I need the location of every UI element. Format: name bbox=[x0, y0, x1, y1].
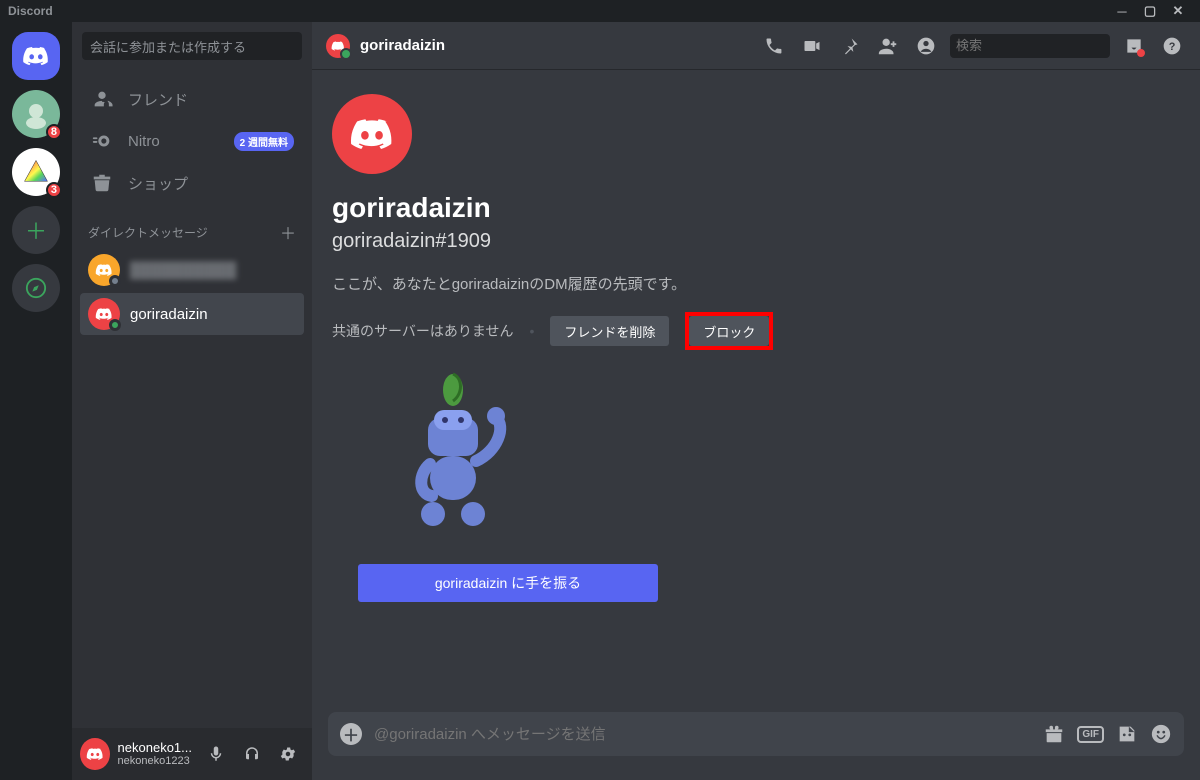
sidebar: 会話に参加または作成する フレンド Nitro 2 週間無料 ショップ ダイレク… bbox=[72, 22, 312, 780]
main-area: goriradaizin ? goriradaizin goriradaizin… bbox=[312, 22, 1200, 780]
nav-friends[interactable]: フレンド bbox=[80, 78, 304, 120]
guilds-column: 8 3 ＋ bbox=[0, 22, 72, 780]
dm-name-1: goriradaizin bbox=[130, 306, 208, 323]
nav-shop[interactable]: ショップ bbox=[80, 162, 304, 204]
svg-text:?: ? bbox=[1169, 41, 1176, 53]
window-minimize-button[interactable]: ─ bbox=[1108, 4, 1136, 19]
explore-servers-button[interactable] bbox=[12, 264, 60, 312]
composer: ＋ GIF bbox=[312, 712, 1200, 780]
pinned-button[interactable] bbox=[836, 32, 864, 60]
nitro-promo-badge: 2 週間無料 bbox=[234, 132, 294, 151]
header-title: goriradaizin bbox=[360, 37, 445, 54]
welcome-text: ここが、あなたとgoriradaizinのDM履歴の先頭です。 bbox=[332, 273, 1180, 294]
help-button[interactable]: ? bbox=[1158, 32, 1186, 60]
nav-nitro[interactable]: Nitro 2 週間無料 bbox=[80, 120, 304, 162]
emoji-button[interactable] bbox=[1150, 723, 1172, 745]
divider-dot: • bbox=[529, 323, 534, 339]
server-2[interactable]: 3 bbox=[12, 148, 60, 196]
nav-nitro-label: Nitro bbox=[128, 133, 160, 150]
nav-shop-label: ショップ bbox=[128, 173, 188, 194]
dm-item-1[interactable]: goriradaizin bbox=[80, 293, 304, 335]
create-dm-button[interactable]: ＋ bbox=[280, 220, 296, 244]
settings-button[interactable] bbox=[272, 738, 304, 770]
dm-item-0[interactable]: ██████████ bbox=[80, 249, 304, 291]
wumpus-illustration bbox=[378, 366, 1180, 546]
self-username: nekoneko1... bbox=[118, 741, 192, 755]
nav-friends-label: フレンド bbox=[128, 89, 188, 110]
inbox-button[interactable] bbox=[1120, 32, 1148, 60]
add-friend-button[interactable] bbox=[874, 32, 902, 60]
block-button[interactable]: ブロック bbox=[689, 316, 769, 346]
self-avatar[interactable] bbox=[80, 738, 110, 770]
search-bar[interactable] bbox=[950, 34, 1110, 58]
titlebar: Discord ─ ▢ ✕ bbox=[0, 0, 1200, 22]
add-server-button[interactable]: ＋ bbox=[12, 206, 60, 254]
server-1-badge: 8 bbox=[46, 124, 62, 140]
mute-button[interactable] bbox=[200, 738, 232, 770]
app-title: Discord bbox=[8, 4, 53, 18]
remove-friend-button[interactable]: フレンドを削除 bbox=[550, 316, 669, 346]
shop-icon bbox=[90, 172, 114, 194]
window-maximize-button[interactable]: ▢ bbox=[1136, 3, 1164, 19]
sticker-button[interactable] bbox=[1116, 723, 1138, 745]
gif-button[interactable]: GIF bbox=[1077, 726, 1104, 743]
friends-icon bbox=[90, 88, 114, 110]
gift-button[interactable] bbox=[1043, 723, 1065, 745]
profile-username: goriradaizin bbox=[332, 192, 1180, 224]
no-common-servers-text: 共通のサーバーはありません bbox=[332, 321, 513, 341]
profile-usertag: goriradaizin#1909 bbox=[332, 230, 1180, 253]
server-2-badge: 3 bbox=[46, 182, 62, 198]
server-1[interactable]: 8 bbox=[12, 90, 60, 138]
dm-avatar-1 bbox=[88, 298, 120, 330]
block-button-highlight: ブロック bbox=[685, 312, 773, 350]
window-close-button[interactable]: ✕ bbox=[1164, 3, 1192, 19]
self-tag: nekoneko1223 bbox=[118, 755, 192, 767]
wave-button[interactable]: goriradaizin に手を振る bbox=[358, 564, 658, 602]
home-button[interactable] bbox=[12, 32, 60, 80]
profile-button[interactable] bbox=[912, 32, 940, 60]
video-call-button[interactable] bbox=[798, 32, 826, 60]
deafen-button[interactable] bbox=[236, 738, 268, 770]
user-panel: nekoneko1... nekoneko1223 bbox=[72, 728, 312, 780]
find-conversation-button[interactable]: 会話に参加または作成する bbox=[82, 32, 302, 60]
chat-header: goriradaizin ? bbox=[312, 22, 1200, 70]
voice-call-button[interactable] bbox=[760, 32, 788, 60]
profile-avatar bbox=[332, 94, 412, 174]
search-input[interactable] bbox=[956, 38, 1132, 53]
dm-header-label: ダイレクトメッセージ bbox=[88, 224, 208, 241]
attach-button[interactable]: ＋ bbox=[340, 723, 362, 745]
nitro-icon bbox=[90, 130, 114, 152]
dm-header: ダイレクトメッセージ ＋ bbox=[72, 204, 312, 248]
chat-content: goriradaizin goriradaizin#1909 ここが、あなたとg… bbox=[312, 70, 1200, 712]
dm-name-0: ██████████ bbox=[130, 262, 236, 279]
message-input[interactable] bbox=[374, 726, 1031, 743]
header-avatar bbox=[326, 34, 350, 58]
dm-avatar-0 bbox=[88, 254, 120, 286]
